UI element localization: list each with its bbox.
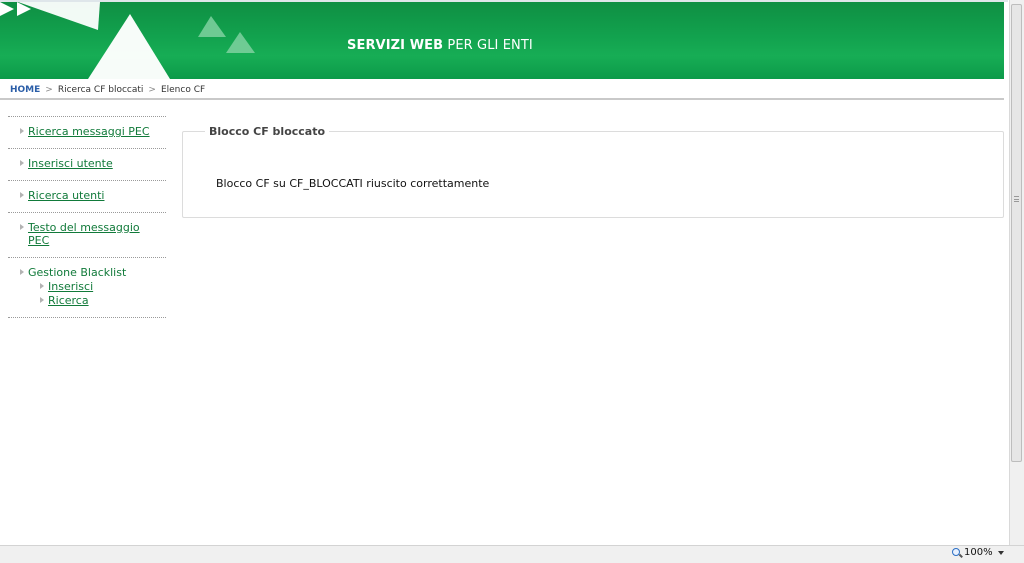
breadcrumb-separator-icon: > — [45, 85, 53, 95]
sidebar-link-ricerca-messaggi-pec[interactable]: Ricerca messaggi PEC — [28, 125, 150, 138]
sidebar-submenu-blacklist: Inserisci Ricerca — [28, 280, 166, 307]
sidebar-item-testo-messaggio-pec: Testo del messaggio PEC — [8, 212, 166, 257]
zoom-magnifier-icon — [952, 547, 963, 558]
breadcrumb-item-ricerca-cf-bloccati[interactable]: Ricerca CF bloccati — [58, 85, 144, 95]
scrollbar-grip-icon — [1014, 196, 1019, 202]
bullet-arrow-icon — [20, 160, 24, 166]
sidebar-item-ricerca-utenti: Ricerca utenti — [8, 180, 166, 212]
success-message: Blocco CF su CF_BLOCCATI riuscito corret… — [216, 177, 490, 190]
bullet-arrow-icon — [40, 283, 44, 289]
sidebar-subitem-ricerca[interactable]: Ricerca — [48, 294, 89, 307]
app-title: SERVIZI WEB PER GLI ENTI — [347, 38, 533, 53]
breadcrumb-divider — [0, 98, 1004, 100]
bullet-arrow-icon — [20, 224, 24, 230]
sidebar-link-inserisci-utente[interactable]: Inserisci utente — [28, 157, 113, 170]
sidebar-subitem-inserisci[interactable]: Inserisci — [48, 280, 93, 293]
breadcrumb-item-elenco-cf: Elenco CF — [160, 85, 206, 95]
status-bar — [0, 545, 1024, 563]
sidebar-item-gestione-blacklist: Gestione Blacklist Inserisci Ricerca — [8, 257, 166, 318]
sidebar: Ricerca messaggi PEC Inserisci utente Ri… — [8, 116, 166, 318]
bullet-arrow-icon — [20, 192, 24, 198]
fieldset-legend: Blocco CF bloccato — [205, 125, 330, 138]
header-banner: SERVIZI WEB PER GLI ENTI — [0, 2, 1004, 79]
zoom-dropdown-icon[interactable] — [998, 551, 1004, 555]
scrollbar-thumb[interactable] — [1011, 4, 1022, 462]
sidebar-link-ricerca-utenti[interactable]: Ricerca utenti — [28, 189, 104, 202]
sidebar-link-testo-messaggio-pec[interactable]: Testo del messaggio PEC — [28, 221, 140, 247]
breadcrumb-home[interactable]: HOME — [10, 85, 40, 95]
app-title-rest: PER GLI ENTI — [443, 38, 533, 53]
play-arrows-icon — [0, 2, 31, 16]
sidebar-item-ricerca-messaggi-pec: Ricerca messaggi PEC — [8, 116, 166, 148]
sidebar-item-inserisci-utente: Inserisci utente — [8, 148, 166, 180]
breadcrumb: HOME > Ricerca CF bloccati > Elenco CF — [10, 84, 205, 96]
bullet-arrow-icon — [20, 128, 24, 134]
bullet-arrow-icon — [20, 269, 24, 275]
sidebar-label-gestione-blacklist: Gestione Blacklist — [28, 266, 127, 279]
zoom-level: 100% — [964, 547, 993, 558]
app-title-bold: SERVIZI WEB — [347, 38, 444, 53]
zoom-control[interactable]: 100% — [952, 547, 993, 558]
breadcrumb-separator-icon: > — [148, 85, 156, 95]
bullet-arrow-icon — [40, 297, 44, 303]
result-fieldset: Blocco CF bloccato Blocco CF su CF_BLOCC… — [182, 125, 1004, 218]
